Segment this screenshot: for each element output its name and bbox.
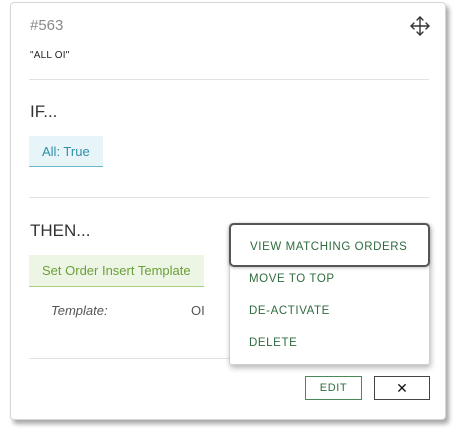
divider xyxy=(29,197,429,198)
template-label: Template: xyxy=(51,303,108,318)
then-heading: THEN... xyxy=(30,221,91,240)
if-heading: IF... xyxy=(30,102,58,121)
condition-chip[interactable]: All: True xyxy=(29,136,103,167)
action-chip[interactable]: Set Order Insert Template xyxy=(29,255,204,287)
divider xyxy=(29,79,429,80)
menu-item-move-to-top[interactable]: MOVE TO TOP xyxy=(230,263,429,295)
template-value: OI xyxy=(191,303,205,318)
rule-id: #563 xyxy=(30,17,64,34)
close-icon: ✕ xyxy=(396,380,408,396)
menu-item-de-activate[interactable]: DE-ACTIVATE xyxy=(230,295,429,327)
menu-item-view-matching-orders[interactable]: VIEW MATCHING ORDERS xyxy=(229,223,430,267)
actions-menu: VIEW MATCHING ORDERS MOVE TO TOP DE-ACTI… xyxy=(229,223,430,365)
menu-item-delete[interactable]: DELETE xyxy=(230,327,429,359)
rule-name: "ALL OI" xyxy=(30,50,70,61)
close-button[interactable]: ✕ xyxy=(374,376,430,400)
move-arrows-icon[interactable] xyxy=(409,15,431,37)
edit-button[interactable]: EDIT xyxy=(305,376,362,400)
